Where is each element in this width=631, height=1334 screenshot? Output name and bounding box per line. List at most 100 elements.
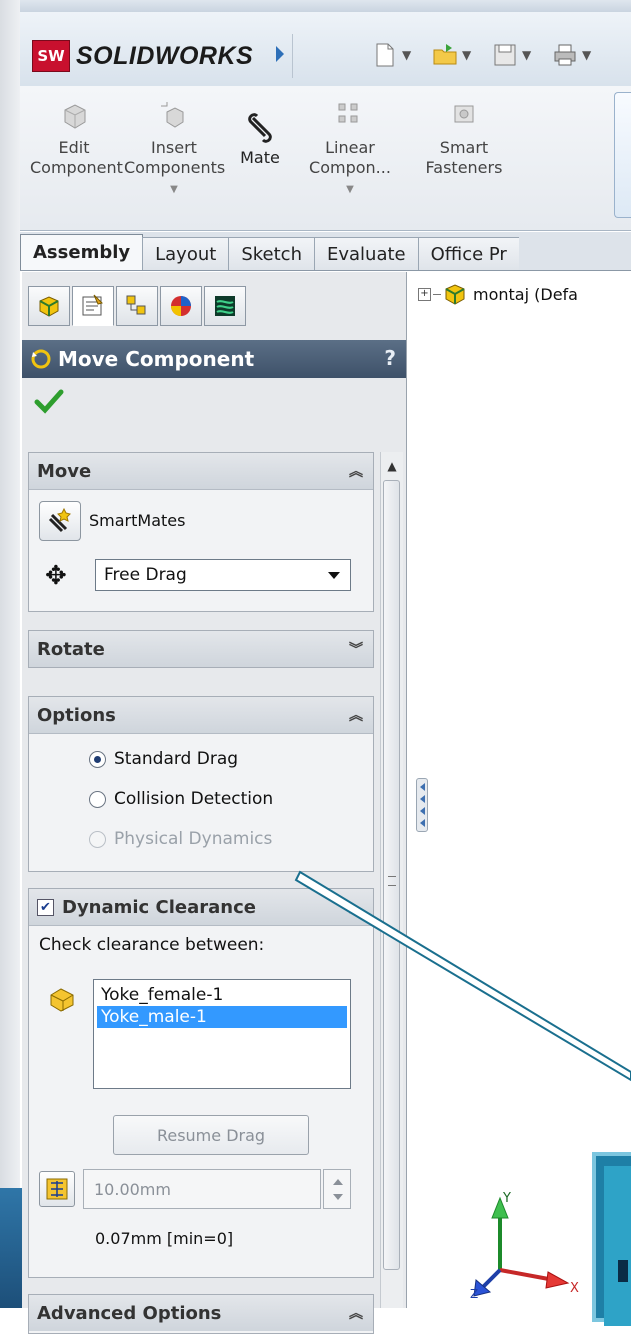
options-group-header[interactable]: Options ︽ [29, 697, 373, 734]
appearance-manager-tab[interactable] [160, 286, 202, 326]
list-item[interactable]: Yoke_female-1 [97, 984, 347, 1006]
distance-spinner[interactable] [323, 1169, 351, 1209]
smart-fasteners-button[interactable]: Smart Fasteners [416, 100, 512, 178]
smart-fasteners-icon [454, 105, 474, 123]
grip-icon [388, 876, 396, 886]
property-manager-panel: Move Component ? Move ︽ SmartMates ✥ Fre… [22, 272, 407, 1334]
display-manager-tab[interactable] [204, 286, 246, 326]
page-title: Move Component [58, 347, 255, 371]
display-icon [215, 296, 235, 316]
chevron-down-icon[interactable]: ▼ [298, 180, 402, 200]
dynamic-clearance-checkbox[interactable]: ✔ [37, 898, 54, 916]
chevron-down-icon[interactable]: ▼ [124, 180, 224, 200]
configuration-icon [126, 295, 146, 315]
rotate-group-title: Rotate [37, 638, 105, 660]
collapse-chevron-icon[interactable]: ︽ [349, 705, 363, 725]
clearance-components-list[interactable]: Yoke_female-1 Yoke_male-1 [93, 979, 351, 1089]
move-arrows-icon: ✥ [45, 561, 67, 591]
assembly-tree-root[interactable]: + montaj (Defa [418, 282, 578, 306]
options-group: Options ︽ Standard Drag Collision Detect… [28, 696, 374, 872]
appearance-icon [171, 296, 191, 316]
edit-component-button[interactable]: Edit Component [30, 100, 123, 178]
smartmates-button[interactable] [39, 501, 81, 541]
help-icon[interactable]: ? [384, 346, 396, 370]
scrollbar-thumb[interactable] [383, 480, 400, 1270]
move-component-icon [31, 349, 51, 369]
open-folder-icon [433, 44, 457, 65]
property-manager-scrollbar[interactable]: ▲ [380, 452, 403, 1308]
new-document-button[interactable]: ▼ [372, 40, 411, 70]
property-manager-scroll-area: Move ︽ SmartMates ✥ Free Drag Rotate ︾ O… [22, 452, 406, 1334]
save-icon [494, 44, 516, 66]
move-component-button[interactable] [614, 92, 631, 218]
chevron-down-icon: ▼ [402, 48, 412, 62]
collapse-chevron-icon[interactable]: ︽ [349, 461, 363, 481]
callout-text-cursor [618, 1260, 628, 1282]
annotation-callout [592, 1152, 631, 1326]
command-manager: Edit Component Insert Components ▼ Mate … [20, 86, 631, 231]
tab-sketch[interactable]: Sketch [228, 237, 315, 270]
solidworks-logo[interactable]: SW SOLIDWORKS [32, 38, 253, 74]
dynamic-clearance-title: Dynamic Clearance [62, 896, 256, 918]
move-group-title: Move [37, 460, 92, 482]
desktop-background [0, 1188, 22, 1308]
expand-icon[interactable]: + [418, 287, 431, 301]
command-manager-tabs: Assembly Layout Sketch Evaluate Office P… [20, 232, 631, 271]
physical-dynamics-radio: Physical Dynamics [89, 829, 272, 849]
feature-manager-tab[interactable] [28, 286, 70, 326]
ok-check-icon[interactable] [34, 388, 64, 414]
print-button[interactable]: ▼ [552, 40, 591, 70]
menu-arrow-icon[interactable] [276, 46, 284, 62]
resume-drag-button[interactable]: Resume Drag [113, 1115, 309, 1155]
dimension-toggle-button[interactable] [39, 1171, 75, 1207]
divider [292, 34, 293, 78]
clearance-distance-input[interactable]: 10.00mm [83, 1169, 321, 1209]
window-left-edge [0, 0, 20, 1308]
collapse-chevron-icon[interactable]: ︽ [349, 897, 363, 917]
chevron-down-icon: ▼ [582, 48, 592, 62]
options-group-title: Options [37, 704, 116, 726]
paperclip-icon [248, 113, 272, 143]
property-manager-tab[interactable] [72, 286, 114, 326]
collapse-chevron-icon[interactable]: ︽ [349, 1303, 363, 1323]
spin-down-icon[interactable] [333, 1194, 343, 1200]
scroll-up-icon[interactable]: ▲ [381, 452, 403, 480]
collision-detection-radio[interactable]: Collision Detection [89, 789, 273, 809]
panel-splitter-handle[interactable] [416, 778, 428, 832]
radio-disabled-icon [89, 830, 106, 848]
print-icon [554, 44, 576, 66]
configuration-manager-tab[interactable] [116, 286, 158, 326]
standard-drag-radio[interactable]: Standard Drag [89, 749, 238, 769]
tab-evaluate[interactable]: Evaluate [313, 237, 419, 270]
z-axis-label: Z [470, 1287, 478, 1298]
drag-mode-select[interactable]: Free Drag [95, 559, 351, 591]
drag-mode-value: Free Drag [104, 565, 187, 585]
manager-tabs [28, 286, 248, 326]
list-item-selected[interactable]: Yoke_male-1 [97, 1006, 347, 1028]
open-button[interactable]: ▼ [432, 40, 471, 70]
tab-layout[interactable]: Layout [142, 237, 230, 270]
expand-chevron-icon[interactable]: ︾ [349, 639, 363, 659]
rotate-group-header[interactable]: Rotate ︾ [29, 631, 373, 667]
spin-up-icon[interactable] [333, 1179, 343, 1185]
move-group-header[interactable]: Move ︽ [29, 453, 373, 490]
mate-button[interactable]: Mate [230, 110, 290, 168]
edit-component-icon [64, 104, 86, 129]
dynamic-clearance-header[interactable]: ✔ Dynamic Clearance ︽ [29, 889, 373, 926]
tab-assembly[interactable]: Assembly [20, 234, 144, 270]
y-axis-label: Y [502, 1191, 511, 1206]
property-manager-icon [82, 294, 103, 316]
advanced-options-group: Advanced Options ︽ [28, 1294, 374, 1334]
save-button[interactable]: ▼ [492, 40, 531, 70]
insert-components-button[interactable]: Insert Components ▼ [124, 100, 225, 200]
advanced-options-header[interactable]: Advanced Options ︽ [29, 1295, 373, 1331]
callout-body [604, 1166, 631, 1326]
edit-component-label: Edit Component [30, 138, 123, 177]
window-top-edge [0, 0, 631, 12]
tab-office-products[interactable]: Office Pr [417, 237, 519, 270]
linear-component-pattern-button[interactable]: Linear Compon... ▼ [298, 100, 402, 200]
check-clearance-label: Check clearance between: [39, 935, 265, 955]
dimension-icon [46, 1178, 68, 1200]
components-icon [50, 988, 74, 1012]
radio-selected-icon [89, 750, 106, 768]
